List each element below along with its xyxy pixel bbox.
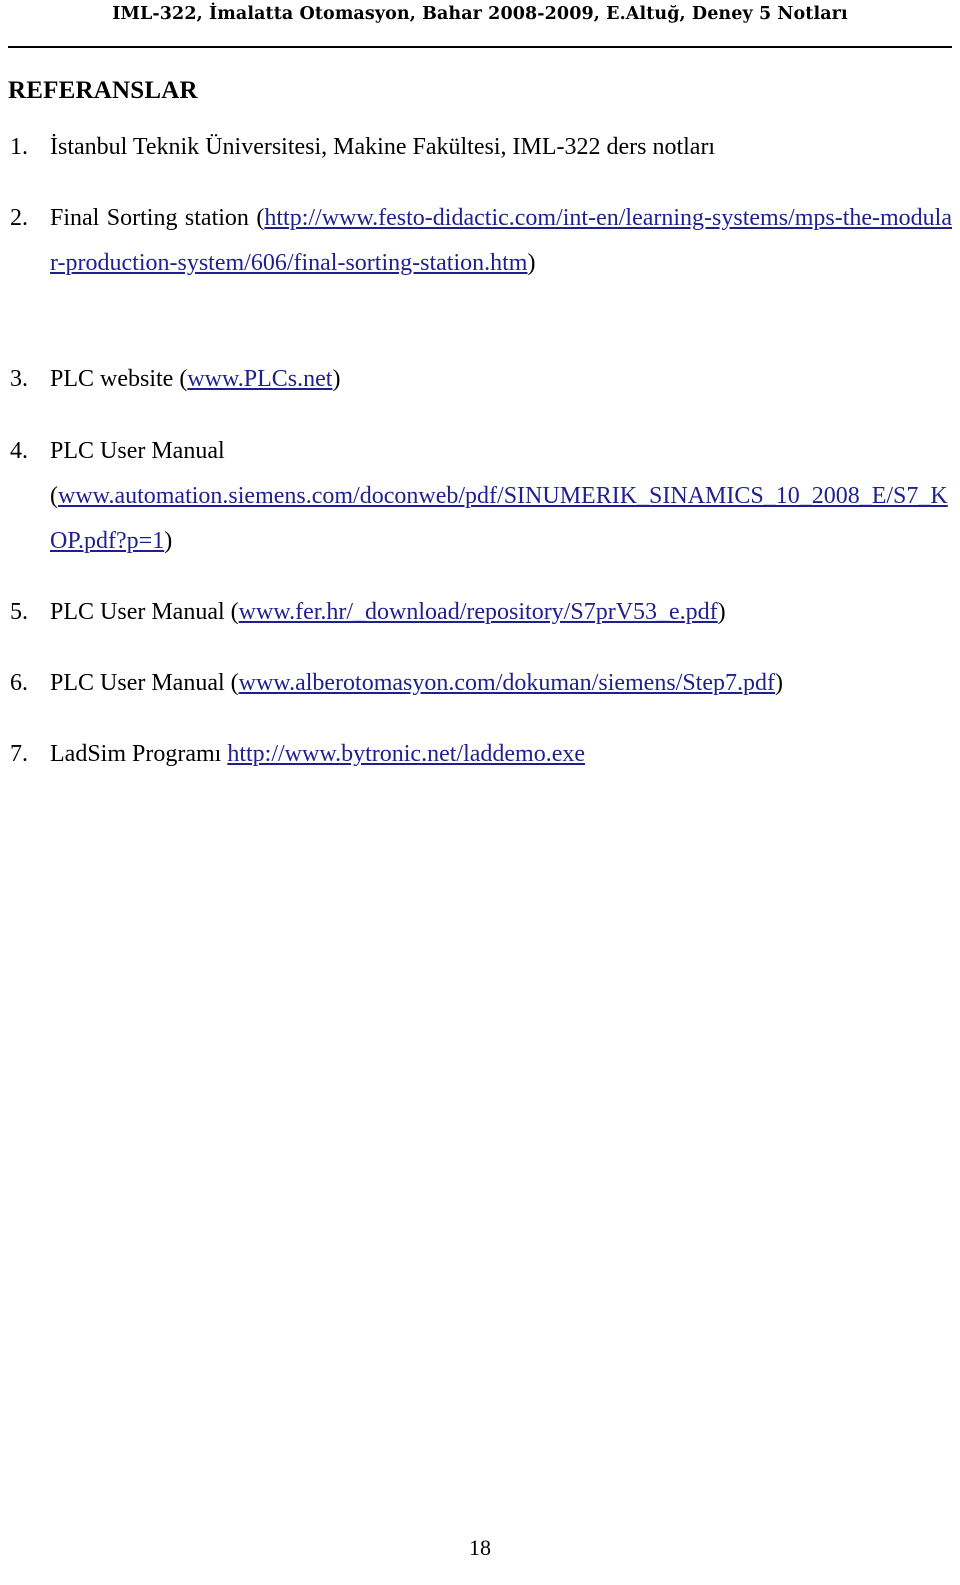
running-header: IML-322, İmalatta Otomasyon, Bahar 2008-… [112,4,848,24]
reference-link-bytronic[interactable]: http://www.bytronic.net/laddemo.exe [227,741,585,767]
reference-number: 3. [10,366,28,393]
closing-paren: ) [717,598,726,625]
reference-number: 1. [10,134,28,160]
reference-item-7: 7. LadSim Programı http://www.bytronic.n… [8,732,952,777]
reference-item-4: 4. PLC User Manual (www.automation.sieme… [8,429,952,564]
reference-text: PLC User Manual ( [50,669,239,696]
reference-number: 6. [10,669,28,696]
reference-item-6: 6. PLC User Manual (www.alberotomasyon.c… [8,661,952,706]
page-number: 18 [469,1535,491,1560]
reference-number: 2. [10,205,28,232]
closing-paren: ) [332,366,341,393]
document-page: IML-322, İmalatta Otomasyon, Bahar 2008-… [0,0,960,1585]
reference-item-2: 2. Final Sorting station (http://www.fes… [8,196,952,331]
reference-text: PLC User Manual [50,437,225,464]
reference-number: 7. [10,741,28,768]
closing-paren: ) [164,527,173,554]
section-heading-referanslar: REFERANSLAR [8,77,198,104]
reference-url-block: (www.automation.siemens.com/doconweb/pdf… [50,474,952,564]
reference-body: PLC User Manual (www.automation.siemens.… [50,429,952,564]
reference-link-siemens[interactable]: www.automation.siemens.com/doconweb/pdf/… [50,483,948,554]
reference-link-plcs-net[interactable]: www.PLCs.net [187,366,332,392]
reference-item-1: 1. İstanbul Teknik Üniversitesi, Makine … [8,125,952,170]
closing-paren: ) [775,669,783,696]
references-list: 1. İstanbul Teknik Üniversitesi, Makine … [8,125,952,777]
header-divider-rule [8,46,952,48]
reference-body: İstanbul Teknik Üniversitesi, Makine Fak… [50,125,952,170]
reference-body: PLC User Manual (www.fer.hr/_download/re… [50,590,952,635]
reference-link-fer-hr[interactable]: www.fer.hr/_download/repository/S7prV53_… [239,599,718,625]
reference-body: LadSim Programı http://www.bytronic.net/… [50,732,952,777]
reference-link-alberotomasyon[interactable]: www.alberotomasyon.com/dokuman/siemens/S… [239,670,775,696]
reference-body: Final Sorting station (http://www.festo-… [50,196,952,331]
reference-body: PLC User Manual (www.alberotomasyon.com/… [50,661,952,706]
reference-text: LadSim Programı [50,741,228,768]
reference-text: İstanbul Teknik Üniversitesi, Makine Fak… [50,134,716,160]
opening-paren: ( [50,482,58,509]
reference-text: Final Sorting station ( [50,205,265,232]
reference-text: PLC User Manual ( [50,598,239,625]
page-content: REFERANSLAR 1. İstanbul Teknik Üniversit… [8,78,952,777]
reference-number: 5. [10,598,28,625]
reference-item-5: 5. PLC User Manual (www.fer.hr/_download… [8,590,952,635]
closing-paren: ) [527,250,536,277]
reference-number: 4. [10,437,28,464]
reference-text: PLC website ( [50,366,188,393]
reference-body: PLC website (www.PLCs.net) [50,357,952,402]
reference-item-3: 3. PLC website (www.PLCs.net) [8,357,952,402]
